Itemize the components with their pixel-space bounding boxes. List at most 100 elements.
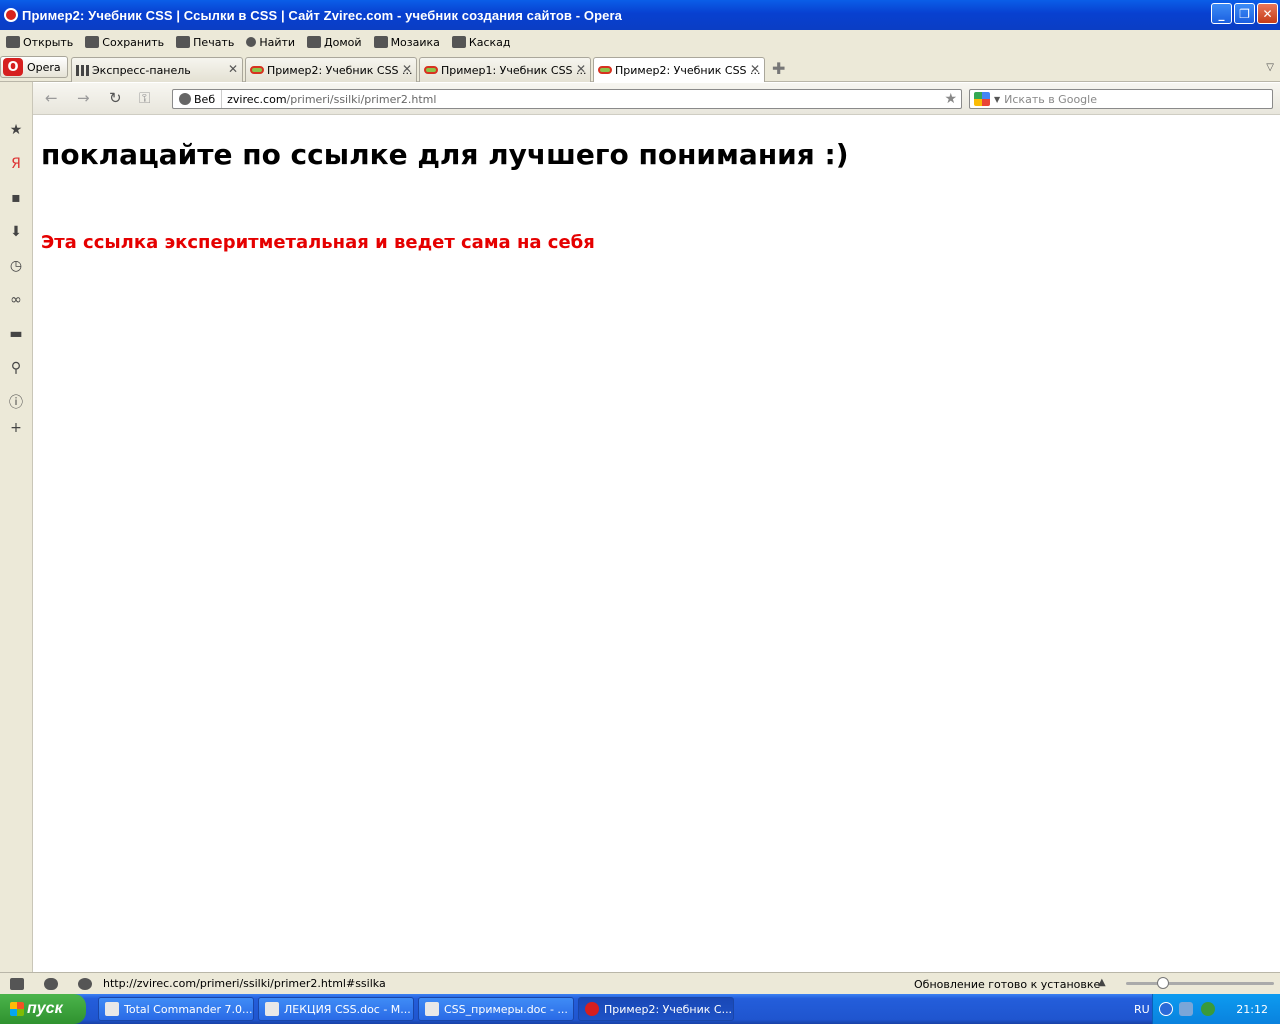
bookmark-star-icon[interactable]: ★ xyxy=(944,91,957,107)
zoom-knob[interactable] xyxy=(1157,977,1169,989)
save-button[interactable]: Сохранить xyxy=(85,36,164,49)
opera-menu-button[interactable]: O Opera xyxy=(0,56,68,78)
task-label: Total Commander 7.0... xyxy=(124,1002,253,1016)
print-label: Печать xyxy=(193,35,235,49)
experimental-link[interactable]: Эта ссылка эксперитметальная и ведет сам… xyxy=(41,232,595,253)
open-icon xyxy=(6,36,20,48)
home-button[interactable]: Домой xyxy=(307,36,362,49)
url-field[interactable]: Веб zvirec.com/primeri/ssilki/primer2.ht… xyxy=(172,89,962,109)
search-panel-icon[interactable]: ⚲ xyxy=(8,360,24,376)
cascade-label: Каскад xyxy=(468,35,511,49)
tab-bar: O Opera Экспресс-панель ✕ Пример2: Учебн… xyxy=(0,54,1280,82)
windows-icon[interactable]: ▬ xyxy=(8,326,24,342)
update-arrow-icon[interactable]: ▲ xyxy=(1098,977,1106,988)
close-tab-icon[interactable]: ✕ xyxy=(228,62,238,76)
downloads-icon[interactable]: ⬇ xyxy=(8,224,24,240)
forward-icon[interactable]: → xyxy=(77,89,90,107)
notes-icon[interactable]: ▪ xyxy=(8,190,24,206)
save-label: Сохранить xyxy=(102,35,165,49)
find-button[interactable]: Найти xyxy=(246,36,295,49)
cascade-icon xyxy=(451,36,466,48)
clock: 21:12 xyxy=(1236,1003,1268,1016)
tab-label: Пример2: Учебник CSS ... xyxy=(267,63,413,77)
tab-speed-dial[interactable]: Экспресс-панель ✕ xyxy=(71,57,243,82)
url-path: /primeri/ssilki/primer2.html xyxy=(286,92,437,106)
google-icon[interactable] xyxy=(974,92,990,106)
url-text[interactable]: zvirec.com/primeri/ssilki/primer2.html xyxy=(222,93,436,106)
opera-logo-icon: O xyxy=(3,58,23,76)
add-panel-icon[interactable]: + xyxy=(8,420,24,436)
unite-icon[interactable] xyxy=(44,977,58,990)
close-window-button[interactable]: ✕ xyxy=(1257,3,1278,24)
page-content: поклацайте по ссылке для лучшего пониман… xyxy=(34,116,1280,972)
tab-label: Экспресс-панель xyxy=(92,63,191,77)
turbo-icon[interactable] xyxy=(78,977,92,990)
tray-expand-icon[interactable] xyxy=(1159,1002,1173,1016)
page-heading: поклацайте по ссылке для лучшего пониман… xyxy=(41,138,849,171)
print-button[interactable]: Печать xyxy=(176,36,234,49)
info-icon[interactable]: ⓘ xyxy=(8,394,24,411)
window-controls: _ ❐ ✕ xyxy=(1211,3,1278,24)
minimize-button[interactable]: _ xyxy=(1211,3,1232,24)
back-icon[interactable]: ← xyxy=(45,89,58,107)
open-button[interactable]: Открыть xyxy=(6,36,73,49)
word-doc-icon xyxy=(425,1002,439,1016)
total-commander-icon xyxy=(105,1002,119,1016)
language-indicator[interactable]: RU xyxy=(1134,1003,1150,1016)
save-icon xyxy=(85,36,100,48)
tile-label: Мозаика xyxy=(390,35,440,49)
url-host: zvirec.com xyxy=(227,92,287,106)
update-status[interactable]: Обновление готово к установке xyxy=(914,978,1100,991)
close-tab-icon[interactable]: ✕ xyxy=(402,62,412,76)
links-icon[interactable]: ∞ xyxy=(8,292,24,308)
tab-label: Пример1: Учебник CSS ... xyxy=(441,63,587,77)
side-panel: ★ Я ▪ ⬇ ◷ ∞ ▬ ⚲ ⓘ + xyxy=(0,82,33,972)
bookmarks-icon[interactable]: ★ xyxy=(8,122,24,138)
search-icon xyxy=(246,37,257,47)
system-tray: 21:12 xyxy=(1152,994,1280,1024)
find-label: Найти xyxy=(259,35,296,49)
new-tab-button[interactable]: ✚ xyxy=(772,59,785,78)
site-favicon-icon xyxy=(250,66,264,74)
zoom-slider[interactable] xyxy=(1126,977,1274,989)
windows-flag-icon xyxy=(10,1002,24,1016)
web-badge[interactable]: Веб xyxy=(173,90,223,108)
site-favicon-icon xyxy=(598,66,612,74)
tile-button[interactable]: Мозаика xyxy=(373,35,440,49)
antivirus-icon[interactable] xyxy=(1201,1002,1215,1016)
maximize-button[interactable]: ❐ xyxy=(1234,3,1255,24)
web-label: Веб xyxy=(194,92,216,106)
task-label: Пример2: Учебник C... xyxy=(604,1002,733,1016)
key-icon[interactable]: ⚿ xyxy=(139,89,150,107)
cascade-button[interactable]: Каскад xyxy=(451,35,511,49)
speed-dial-icon xyxy=(76,64,89,76)
start-label: пуск xyxy=(27,1000,63,1017)
search-input[interactable]: ▼ Искать в Google xyxy=(969,89,1273,109)
start-button[interactable]: пуск xyxy=(0,994,86,1024)
title-bar: Пример2: Учебник CSS | Ссылки в CSS | Са… xyxy=(0,0,1280,30)
tab-example2[interactable]: Пример2: Учебник CSS ... ✕ xyxy=(245,57,417,82)
opera-icon xyxy=(585,1002,599,1016)
task-opera[interactable]: Пример2: Учебник C... xyxy=(578,997,734,1021)
tab-example2-active[interactable]: Пример2: Учебник CSS ... ✕ xyxy=(593,57,765,82)
search-placeholder: Искать в Google xyxy=(1004,92,1097,106)
tab-menu-button[interactable]: ▽ xyxy=(1266,62,1274,73)
history-icon[interactable]: ◷ xyxy=(8,258,24,274)
network-icon[interactable] xyxy=(1179,1002,1193,1016)
print-icon xyxy=(176,36,191,48)
chevron-down-icon[interactable]: ▼ xyxy=(994,95,1000,104)
yandex-icon[interactable]: Я xyxy=(8,156,24,172)
task-label: CSS_примеры.doc - ... xyxy=(444,1002,568,1016)
panel-toggle-icon[interactable] xyxy=(10,977,24,990)
site-favicon-icon xyxy=(424,66,438,74)
task-word-examples[interactable]: CSS_примеры.doc - ... xyxy=(418,997,574,1021)
close-tab-icon[interactable]: ✕ xyxy=(750,62,760,76)
task-word-lecture[interactable]: ЛЕКЦИЯ CSS.doc - M... xyxy=(258,997,414,1021)
status-url: http://zvirec.com/primeri/ssilki/primer2… xyxy=(103,977,386,990)
close-tab-icon[interactable]: ✕ xyxy=(576,62,586,76)
reload-icon[interactable]: ↻ xyxy=(109,89,122,107)
word-doc-icon xyxy=(265,1002,279,1016)
task-total-commander[interactable]: Total Commander 7.0... xyxy=(98,997,254,1021)
tab-example1[interactable]: Пример1: Учебник CSS ... ✕ xyxy=(419,57,591,82)
opera-app-icon xyxy=(4,8,18,22)
